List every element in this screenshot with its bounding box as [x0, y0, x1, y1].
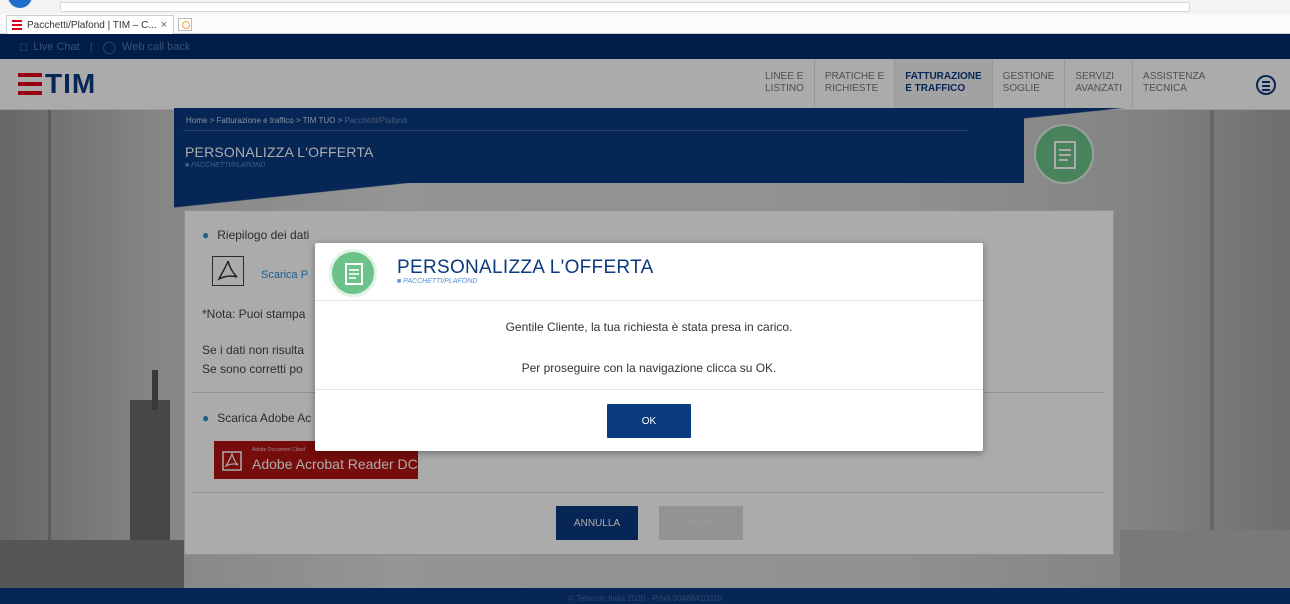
browser-chrome: Pacchetti/Plafond | TIM – C... × — [0, 0, 1290, 34]
browser-toolbar — [0, 0, 1290, 14]
modal-document-icon — [329, 249, 377, 297]
tim-favicon-icon — [12, 20, 22, 30]
new-tab-icon[interactable] — [178, 18, 192, 31]
browser-tab[interactable]: Pacchetti/Plafond | TIM – C... × — [6, 15, 174, 34]
ok-button[interactable]: OK — [607, 404, 691, 438]
modal-divider — [315, 389, 983, 390]
browser-logo-icon — [8, 0, 32, 8]
confirmation-modal: PERSONALIZZA L'OFFERTA ■ PACCHETTI/PLAFO… — [315, 243, 983, 451]
tab-close-icon[interactable]: × — [161, 19, 167, 31]
address-bar[interactable] — [60, 2, 1190, 12]
modal-title: PERSONALIZZA L'OFFERTA — [397, 257, 654, 278]
modal-subtitle: ■ PACCHETTI/PLAFOND — [397, 278, 478, 285]
modal-instruction: Per proseguire con la navigazione clicca… — [521, 361, 777, 375]
modal-message: Gentile Cliente, la tua richiesta è stat… — [505, 320, 793, 334]
modal-divider — [315, 300, 983, 301]
tab-title: Pacchetti/Plafond | TIM – C... — [27, 19, 157, 31]
